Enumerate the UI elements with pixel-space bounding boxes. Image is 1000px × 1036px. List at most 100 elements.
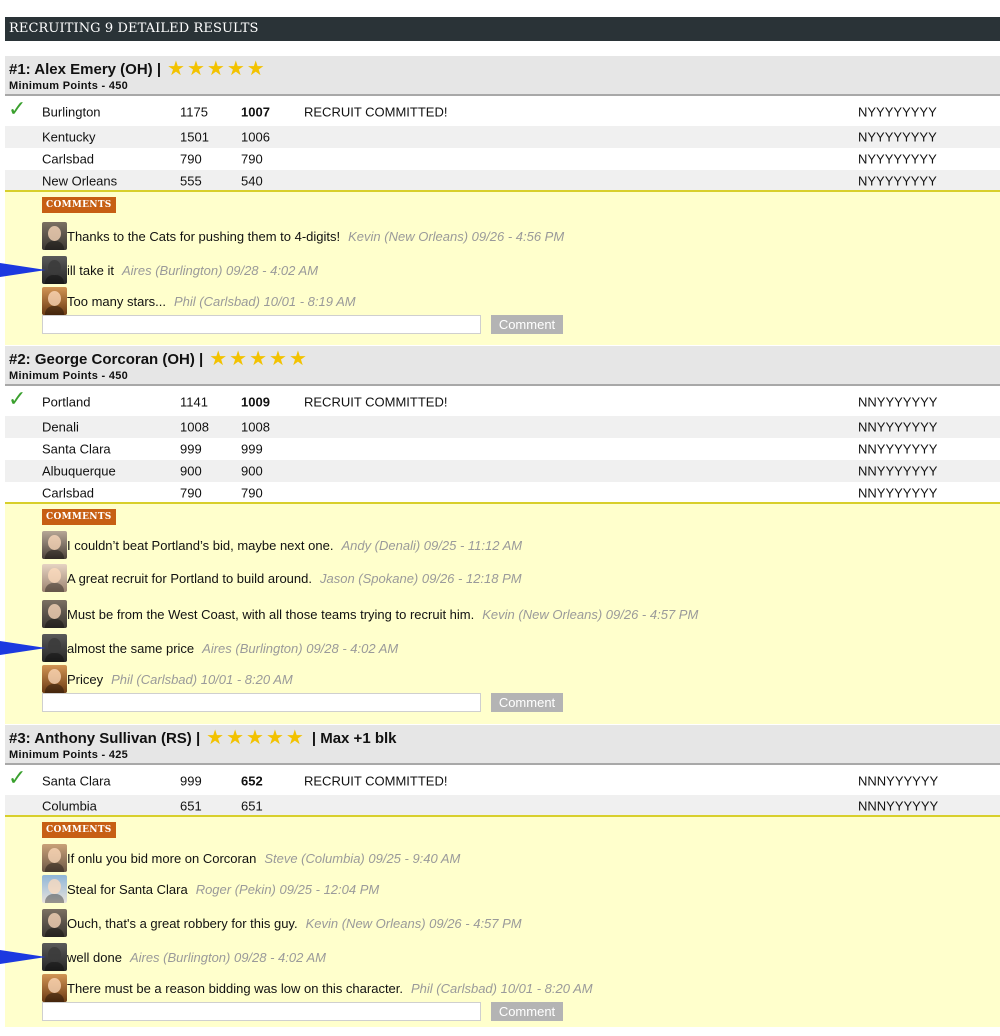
- phil-avatar[interactable]: [42, 974, 67, 1002]
- star-icon: ★: [246, 58, 265, 80]
- kevin-avatar[interactable]: [42, 222, 67, 250]
- team-name[interactable]: Denali: [42, 420, 79, 435]
- star-icon: ★: [288, 348, 307, 370]
- recruit-header: #2: George Corcoran (OH) | ★ ★ ★ ★ ★ Minimum P…: [5, 346, 1000, 386]
- comment-text: There must be a reason bidding was low o…: [67, 980, 404, 996]
- bid-points: 1006: [241, 129, 270, 145]
- comment-button[interactable]: Comment: [491, 315, 563, 334]
- bid-amount: 999: [180, 773, 202, 788]
- bid-row: Carlsbad 790 790 NNYYYYYYY: [5, 482, 1000, 504]
- comment-text: well done: [67, 949, 122, 965]
- star-icon: ★: [246, 727, 264, 749]
- phil-avatar[interactable]: [42, 287, 67, 315]
- bid-points: 900: [241, 463, 263, 479]
- andy-avatar[interactable]: [42, 531, 67, 559]
- bid-row: Kentucky 1501 1006 NYYYYYYYY: [5, 126, 1000, 148]
- comment-input[interactable]: [42, 693, 481, 712]
- bid-points: 1007: [241, 104, 270, 119]
- kevin-avatar[interactable]: [42, 909, 67, 937]
- bid-points: 651: [241, 798, 263, 814]
- comment-text: Pricey: [67, 671, 104, 687]
- comment: ill take it Aires (Burlington) 09/28 - 4:…: [42, 256, 318, 284]
- comment-meta: Andy (Denali) 09/25 - 11:12 AM: [341, 537, 523, 553]
- team-name[interactable]: Portland: [42, 394, 90, 409]
- bid-points: 540: [241, 173, 263, 189]
- comment-text: I couldn’t beat Portland’s bid, maybe ne…: [67, 537, 334, 553]
- comment-button[interactable]: Comment: [491, 693, 563, 712]
- comment-text: A great recruit for Portland to build ar…: [67, 570, 312, 586]
- star-icon: ★: [167, 58, 185, 80]
- comment-text: If onlu you bid more on Corcoran: [67, 850, 257, 866]
- bid-flags: NYYYYYYYY: [858, 129, 937, 145]
- comment-meta: Jason (Spokane) 09/26 - 12:18 PM: [319, 570, 522, 586]
- comment: Ouch, that's a great robbery for this gu…: [42, 909, 522, 937]
- comment: Thanks to the Cats for pushing them to 4…: [42, 222, 564, 250]
- bid-flags: NYYYYYYYY: [858, 104, 937, 119]
- recruit-name[interactable]: #2: George Corcoran (OH) |: [9, 351, 203, 368]
- star-icon: ★: [206, 58, 225, 80]
- comment-text: almost the same price: [67, 640, 195, 656]
- bid-flags: NNYYYYYYY: [858, 485, 938, 501]
- comment: Steal for Santa Clara Roger (Pekin) 09/25…: [42, 875, 379, 903]
- commit-status: RECRUIT COMMITTED!: [304, 104, 448, 119]
- comment-input[interactable]: [42, 315, 481, 334]
- check-icon: ✓: [8, 96, 27, 121]
- bid-row: ✓ Burlington 1175 1007 RECRUIT COMMITTED! NYY…: [5, 97, 1000, 126]
- team-name[interactable]: Albuquerque: [42, 464, 116, 479]
- comment-button[interactable]: Comment: [491, 1002, 563, 1021]
- team-name[interactable]: Santa Clara: [42, 773, 111, 788]
- comment-text: Steal for Santa Clara: [67, 881, 188, 897]
- comments-label: COMMENTS: [42, 822, 116, 838]
- bid-amount: 1501: [180, 129, 209, 145]
- pointer-arrow-icon: [0, 950, 46, 964]
- team-name[interactable]: Burlington: [42, 104, 101, 119]
- jason-avatar[interactable]: [42, 564, 67, 592]
- recruit-name[interactable]: #3: Anthony Sullivan (RS) |: [9, 730, 200, 747]
- bid-row: Albuquerque 900 900 NNYYYYYYY: [5, 460, 1000, 482]
- star-icon: ★: [285, 727, 304, 749]
- check-icon: ✓: [8, 765, 27, 790]
- steve-avatar[interactable]: [42, 844, 67, 872]
- comment-input[interactable]: [42, 1002, 481, 1021]
- team-name[interactable]: New Orleans: [42, 174, 117, 189]
- kevin-avatar[interactable]: [42, 600, 67, 628]
- comments-section: COMMENTS I couldn’t beat Portland’s bid, …: [0, 502, 1000, 724]
- bid-flags: NNYYYYYYY: [858, 419, 938, 435]
- bid-amount: 790: [180, 151, 202, 167]
- team-name[interactable]: Santa Clara: [42, 442, 111, 457]
- team-name[interactable]: Carlsbad: [42, 486, 94, 501]
- star-icon: ★: [229, 348, 248, 370]
- team-name[interactable]: Columbia: [42, 799, 97, 814]
- bid-amount: 790: [180, 485, 202, 501]
- comment-meta: Kevin (New Orleans) 09/26 - 4:57 PM: [305, 915, 522, 931]
- phil-avatar[interactable]: [42, 665, 67, 693]
- comment-meta: Phil (Carlsbad) 10/01 - 8:20 AM: [411, 980, 593, 996]
- comment-meta: Steve (Columbia) 09/25 - 9:40 AM: [264, 850, 461, 866]
- commit-status: RECRUIT COMMITTED!: [304, 773, 448, 788]
- recruit-extra-info: | Max +1 blk: [311, 729, 397, 747]
- commit-status: RECRUIT COMMITTED!: [304, 394, 448, 409]
- comment-meta: Roger (Pekin) 09/25 - 12:04 PM: [195, 881, 380, 897]
- bid-amount: 1175: [180, 104, 208, 119]
- bid-points: 790: [241, 485, 263, 501]
- comments-section: COMMENTS If onlu you bid more on Corcoran…: [0, 815, 1000, 1027]
- bid-points: 790: [241, 151, 263, 167]
- comment: A great recruit for Portland to build ar…: [42, 564, 522, 592]
- comment-text: Ouch, that's a great robbery for this gu…: [67, 915, 298, 931]
- team-name[interactable]: Kentucky: [42, 130, 95, 145]
- star-icon: ★: [249, 348, 268, 370]
- check-icon: ✓: [8, 386, 27, 411]
- recruit-name[interactable]: #1: Alex Emery (OH) |: [9, 61, 161, 78]
- roger-avatar[interactable]: [42, 875, 67, 903]
- pointer-arrow-icon: [0, 263, 46, 277]
- bid-points: 999: [241, 441, 263, 457]
- bid-points: 1008: [241, 419, 270, 435]
- bid-flags: NNYYYYYYY: [858, 394, 938, 409]
- bid-flags: NYYYYYYYY: [858, 151, 937, 167]
- bid-row: Santa Clara 999 999 NNYYYYYYY: [5, 438, 1000, 460]
- star-icon: ★: [226, 58, 245, 80]
- comments-label: COMMENTS: [42, 197, 116, 213]
- pointer-arrow-icon: [0, 641, 46, 655]
- comment: If onlu you bid more on Corcoran Steve (C…: [42, 844, 460, 872]
- team-name[interactable]: Carlsbad: [42, 152, 94, 167]
